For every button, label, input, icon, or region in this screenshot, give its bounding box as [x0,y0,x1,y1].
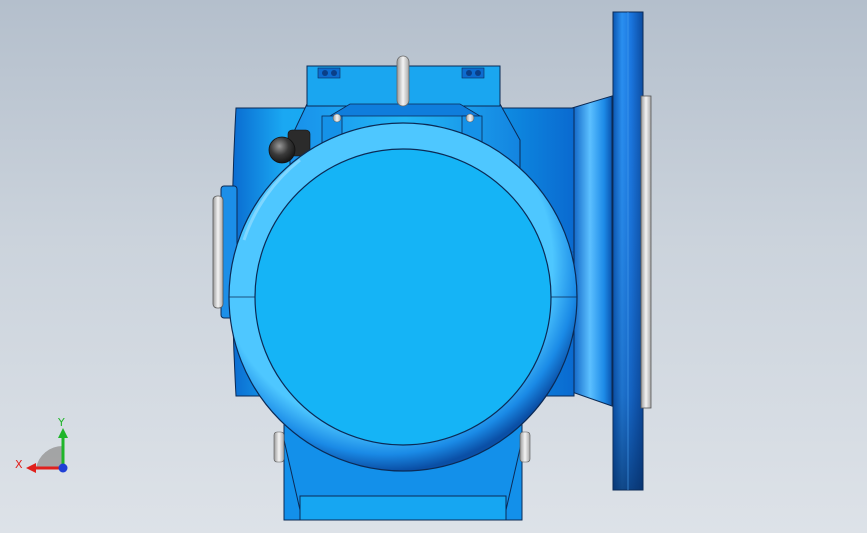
front-cover [228,122,578,472]
indicator-pin [396,55,410,107]
conical-adapter [571,95,613,407]
x-axis-label: X [15,458,23,471]
y-axis-label: Y [57,416,65,429]
z-axis-dot [58,463,68,473]
coordinate-triad: Y X [15,416,68,473]
model-view[interactable]: Y X [0,0,867,533]
graphics-viewport[interactable]: Y X [0,0,867,533]
mounting-flange [612,11,652,491]
